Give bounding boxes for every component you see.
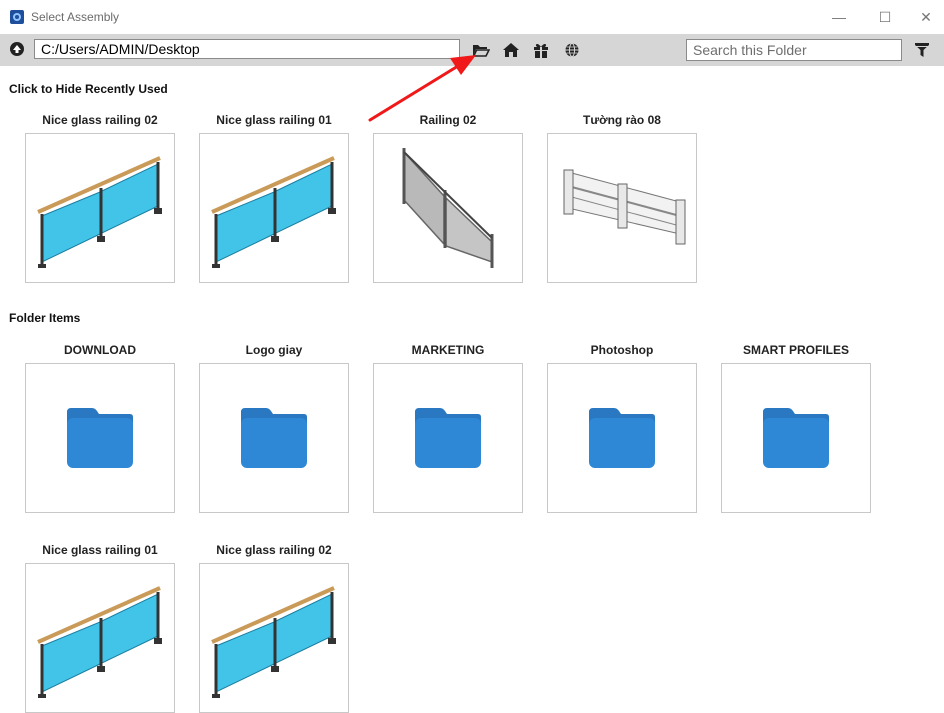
search-input[interactable] [686, 39, 902, 61]
item-label: Logo giay [245, 343, 303, 357]
item-label: Nice glass railing 02 [42, 113, 158, 127]
glass-railing-thumbnail[interactable] [25, 563, 175, 713]
fence-thumbnail[interactable] [547, 133, 697, 283]
item-label: Nice glass railing 01 [42, 543, 158, 557]
glass-railing-thumbnail[interactable] [25, 133, 175, 283]
item-label: Photoshop [590, 343, 654, 357]
folder-section-header: Folder Items [9, 311, 81, 325]
item-label: DOWNLOAD [64, 343, 136, 357]
folder-icon[interactable] [25, 363, 175, 513]
minimize-button[interactable]: — [824, 6, 854, 28]
filter-icon[interactable] [915, 42, 929, 58]
folder-icon[interactable] [373, 363, 523, 513]
folder-icon[interactable] [721, 363, 871, 513]
home-icon[interactable] [502, 42, 520, 58]
item-label: Tường rào 08 [583, 113, 661, 127]
item-label: Nice glass railing 01 [216, 113, 332, 127]
gift-icon[interactable] [532, 42, 550, 58]
grey-railing-thumbnail[interactable] [373, 133, 523, 283]
glass-railing-thumbnail[interactable] [199, 563, 349, 713]
folder-icon[interactable] [199, 363, 349, 513]
maximize-button[interactable]: ☐ [870, 6, 900, 28]
item-label: Railing 02 [419, 113, 477, 127]
glass-railing-thumbnail[interactable] [199, 133, 349, 283]
globe-icon[interactable] [563, 42, 581, 58]
recent-section-header[interactable]: Click to Hide Recently Used [9, 82, 168, 96]
item-label: SMART PROFILES [742, 343, 849, 357]
up-icon[interactable] [10, 42, 24, 56]
item-label: MARKETING [411, 343, 485, 357]
app-icon [10, 10, 24, 24]
folder-icon[interactable] [547, 363, 697, 513]
close-button[interactable]: ✕ [911, 6, 941, 28]
item-label: Nice glass railing 02 [216, 543, 332, 557]
title-bar: Select Assembly — ☐ ✕ [0, 0, 944, 34]
window-title: Select Assembly [31, 10, 120, 24]
